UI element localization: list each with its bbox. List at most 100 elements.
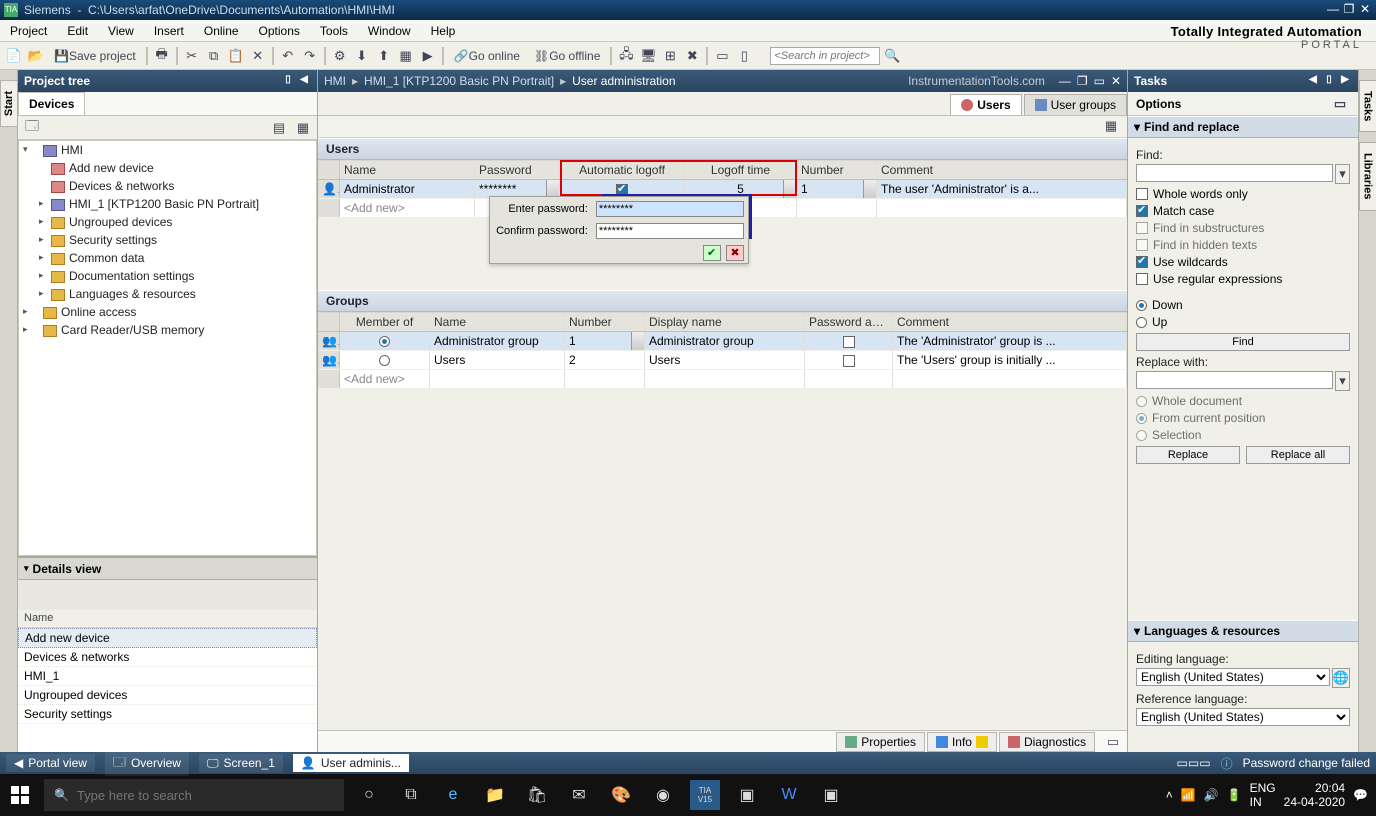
save-project-button[interactable]: 💾 Save project — [48, 46, 142, 66]
split-v-icon[interactable]: ▯ — [734, 46, 754, 66]
col-group-comment[interactable]: Comment — [893, 313, 1127, 331]
devices-tab[interactable]: Devices — [18, 92, 85, 115]
menu-window[interactable]: Window — [358, 21, 421, 41]
replace-input[interactable] — [1136, 371, 1333, 389]
tree-item[interactable]: ▸Online access — [19, 303, 316, 321]
bottom-collapse-icon[interactable]: ▭ — [1103, 732, 1123, 752]
col-name[interactable]: Name — [340, 161, 475, 179]
menu-tools[interactable]: Tools — [310, 21, 358, 41]
volume-icon[interactable]: 🔊 — [1204, 788, 1219, 802]
pt-collapse-icon[interactable]: ◀ — [297, 74, 311, 88]
tree-item[interactable]: ▸Ungrouped devices — [19, 213, 316, 231]
enter-password-input[interactable] — [596, 201, 744, 217]
libraries-rail-tab[interactable]: Libraries — [1359, 142, 1376, 210]
languages-accordion[interactable]: ▾ Languages & resources — [1128, 620, 1358, 642]
tab-user-groups[interactable]: User groups — [1024, 94, 1127, 115]
password-cancel-button[interactable]: ✖ — [726, 245, 744, 261]
pt-view1-icon[interactable]: ▤ — [269, 118, 289, 138]
match-case-check[interactable] — [1136, 205, 1148, 217]
edge-icon[interactable]: e — [438, 780, 468, 810]
tab-info[interactable]: Info — [927, 732, 997, 752]
details-row[interactable]: Ungrouped devices — [18, 686, 317, 705]
tree-item[interactable]: ▸Security settings — [19, 231, 316, 249]
user-name-cell[interactable]: Administrator — [340, 180, 475, 198]
new-project-icon[interactable]: 📄 — [4, 46, 24, 66]
details-list[interactable]: Add new deviceDevices & networksHMI_1Ung… — [18, 628, 317, 752]
app-icon-2[interactable]: ▣ — [816, 780, 846, 810]
options-menu-icon[interactable]: ▭ — [1330, 94, 1350, 114]
redo-icon[interactable]: ↷ — [300, 46, 320, 66]
tasks-prev-icon[interactable]: ◀ — [1306, 74, 1320, 88]
upload-icon[interactable]: ⬆ — [374, 46, 394, 66]
whole-words-check[interactable] — [1136, 188, 1148, 200]
find-input[interactable] — [1136, 164, 1333, 182]
tree-item[interactable]: ▸Documentation settings — [19, 267, 316, 285]
member-radio[interactable] — [379, 355, 390, 366]
regex-check[interactable] — [1136, 273, 1148, 285]
details-row[interactable]: Devices & networks — [18, 648, 317, 667]
taskbar-search-input[interactable] — [77, 788, 334, 803]
cut-icon[interactable]: ✂ — [182, 46, 202, 66]
editor-max-icon[interactable]: ❐ — [1077, 74, 1088, 88]
whole-doc-radio[interactable] — [1136, 396, 1147, 407]
from-pos-radio[interactable] — [1136, 413, 1147, 424]
cortana-icon[interactable]: ○ — [354, 780, 384, 810]
editor-restore-icon[interactable]: ▭ — [1094, 74, 1105, 88]
user-admin-button[interactable]: 👤 User adminis... — [293, 754, 409, 772]
mail-icon[interactable]: ✉ — [564, 780, 594, 810]
compile-icon[interactable]: ⚙ — [330, 46, 350, 66]
tree-item[interactable]: ▸Common data — [19, 249, 316, 267]
hidden-texts-check[interactable] — [1136, 239, 1148, 251]
task-view-icon[interactable]: ⧉ — [396, 780, 426, 810]
network-icon[interactable]: 📶 — [1181, 788, 1196, 802]
find-dropdown-icon[interactable]: ▾ — [1335, 164, 1350, 184]
group-row-users[interactable]: 👥 Users 2 Users The 'Users' group is ini… — [318, 351, 1127, 370]
restore-button[interactable]: ❐ — [1342, 3, 1356, 17]
member-radio[interactable] — [379, 336, 390, 347]
col-auto-logoff[interactable]: Automatic logoff — [560, 161, 685, 179]
go-offline-button[interactable]: ⛓ Go offline — [528, 46, 606, 66]
group-row-addnew[interactable]: <Add new> — [318, 370, 1127, 389]
project-search-input[interactable] — [770, 47, 880, 65]
user-number-cell[interactable]: 1 — [797, 180, 877, 198]
col-group-name[interactable]: Name — [430, 313, 565, 331]
taskbar-search[interactable]: 🔍 — [44, 779, 344, 811]
explorer-icon[interactable]: 📁 — [480, 780, 510, 810]
overview-button[interactable]: 🗔 Overview — [105, 751, 189, 776]
groups-grid[interactable]: Member of Name Number Display name Passw… — [318, 312, 1127, 730]
col-member-of[interactable]: Member of — [340, 313, 430, 331]
find-replace-accordion[interactable]: ▾ Find and replace — [1128, 116, 1358, 138]
pt-pin-icon[interactable]: ▯ — [281, 74, 295, 88]
group-row-admin[interactable]: 👥 Administrator group 1 Administrator gr… — [318, 332, 1127, 351]
search-icon[interactable]: 🔍 — [882, 46, 902, 66]
download-icon[interactable]: ⬇ — [352, 46, 372, 66]
substructures-check[interactable] — [1136, 222, 1148, 234]
col-display-name[interactable]: Display name — [645, 313, 805, 331]
replace-dropdown-icon[interactable]: ▾ — [1335, 371, 1350, 391]
breadcrumb-2[interactable]: HMI_1 [KTP1200 Basic PN Portrait] — [364, 74, 554, 88]
col-number[interactable]: Number — [797, 161, 877, 179]
editing-lang-select[interactable]: English (United States) — [1136, 668, 1330, 686]
print-icon[interactable]: 🖶 — [152, 46, 172, 66]
down-radio[interactable] — [1136, 300, 1147, 311]
undo-icon[interactable]: ↶ — [278, 46, 298, 66]
tree-item[interactable]: Add new device — [19, 159, 316, 177]
selection-radio[interactable] — [1136, 430, 1147, 441]
menu-edit[interactable]: Edit — [57, 21, 98, 41]
tasks-rail-tab[interactable]: Tasks — [1359, 80, 1376, 132]
tasks-box-icon[interactable]: ▯ — [1322, 74, 1336, 88]
close-project-icon[interactable]: ✖ — [682, 46, 702, 66]
project-tree[interactable]: ▾HMIAdd new deviceDevices & networks▸HMI… — [18, 140, 317, 556]
reference-lang-select[interactable]: English (United States) — [1136, 708, 1350, 726]
pt-view2-icon[interactable]: ▦ — [293, 118, 313, 138]
menu-online[interactable]: Online — [194, 21, 249, 41]
paste-icon[interactable]: 📋 — [226, 46, 246, 66]
start-button[interactable] — [0, 774, 40, 816]
menu-insert[interactable]: Insert — [144, 21, 194, 41]
details-row[interactable]: HMI_1 — [18, 667, 317, 686]
breadcrumb-1[interactable]: HMI — [324, 74, 346, 88]
replace-button[interactable]: Replace — [1136, 446, 1240, 464]
store-icon[interactable]: 🛍 — [522, 780, 552, 810]
col-password-aging[interactable]: Password aging — [805, 313, 893, 331]
tab-users[interactable]: Users — [950, 94, 1021, 115]
